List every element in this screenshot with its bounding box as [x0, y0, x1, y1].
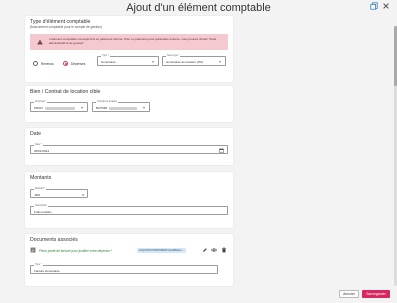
date-input[interactable]: Date * 30/01/2024 [30, 143, 228, 154]
file-icon [30, 247, 36, 253]
date-section-title: Date [30, 131, 41, 137]
property-select-value: PRAFI [34, 106, 43, 110]
amounts-section-title: Montants [30, 175, 52, 181]
info-alert: L'élément comptable correspond à un paie… [30, 34, 228, 50]
amount-input-value: -800 [34, 192, 41, 197]
date-input-label: Date * [34, 143, 43, 147]
contract-select-value: BAITMR [96, 106, 108, 110]
description-input[interactable]: Description Frais location [30, 204, 228, 215]
document-link[interactable]: Pièce jointe de facture pour justifier v… [39, 249, 112, 253]
contract-select-label: Contrat de location [96, 100, 119, 104]
date-input-value: 30/01/2024 [34, 148, 50, 153]
close-icon[interactable] [382, 2, 390, 10]
type-section-subtitle: (Mouvement comptable pour le compte de g… [30, 25, 102, 29]
edit-icon[interactable] [202, 247, 208, 253]
save-button[interactable]: Sauvegarder [362, 290, 390, 298]
sous-type-select-value: Honoraires de location (3%) [166, 60, 204, 64]
document-filename-badge: ACQUISITION BATIMENT.Cloud/Backin ... [137, 247, 187, 253]
amount-input-label: Montant * [34, 187, 47, 191]
eye-icon[interactable] [211, 247, 217, 253]
action-bar: Annuler Sauvegarder [0, 288, 394, 303]
documents-section-title: Documents associés [30, 237, 78, 243]
radio-revenus[interactable]: Revenus [33, 61, 54, 66]
redacted-value [45, 106, 75, 110]
radio-depenses[interactable]: Dépenses [63, 61, 85, 66]
amounts-section-card: Montants Montant * -800 € Description Fr… [25, 172, 233, 228]
type-section-card: Type d'élément comptable (Mouvement comp… [25, 16, 233, 82]
description-input-value: Frais location [34, 209, 52, 214]
alert-text: L'élément comptable correspond à un paie… [49, 37, 217, 45]
documents-section-card: Documents associés Pièce jointe de factu… [25, 234, 233, 286]
type-select[interactable]: Type * Honoraires [97, 54, 159, 66]
description-input-label: Description [34, 204, 48, 208]
warning-icon [37, 39, 43, 45]
radio-revenus-label: Revenus [41, 61, 54, 66]
document-row: Pièce jointe de facture pour justifier v… [30, 247, 228, 254]
type-select-label: Type * [101, 54, 110, 58]
trash-icon[interactable] [221, 247, 227, 253]
chevron-down-icon [151, 60, 155, 64]
property-select-label: Propriété * [34, 100, 48, 104]
amount-input[interactable]: Montant * -800 € [30, 187, 88, 198]
chevron-down-icon [218, 60, 222, 64]
property-section-card: Bien / Contrat de location cible Proprié… [25, 86, 233, 122]
document-type-input[interactable]: Type * Facture Honoraires [30, 263, 218, 274]
radio-depenses-circle[interactable] [63, 61, 68, 66]
document-type-value: Facture Honoraires [34, 268, 60, 273]
chevron-down-icon [80, 106, 84, 110]
property-section-title: Bien / Contrat de location cible [30, 89, 101, 95]
sous-type-select[interactable]: Sous-type * Honoraires de location (3%) [162, 54, 226, 66]
redacted-value [109, 106, 137, 110]
type-select-value: Honoraires [101, 60, 116, 64]
calendar-icon[interactable] [219, 147, 224, 153]
euro-unit: € [82, 192, 84, 197]
radio-revenus-circle[interactable] [33, 61, 38, 66]
date-section-card: Date Date * 30/01/2024 [25, 128, 233, 165]
radio-depenses-label: Dépenses [71, 61, 86, 66]
sous-type-select-label: Sous-type * [166, 54, 181, 58]
chevron-down-icon [142, 106, 146, 110]
cancel-button[interactable]: Annuler [339, 290, 359, 298]
page-title: Ajout d'un élément comptable [126, 2, 271, 14]
document-type-label: Type * [34, 263, 43, 267]
property-select[interactable]: Propriété * PRAFI [30, 100, 88, 112]
copy-icon[interactable] [370, 2, 378, 10]
contract-select[interactable]: Contrat de location BAITMR [92, 100, 150, 112]
